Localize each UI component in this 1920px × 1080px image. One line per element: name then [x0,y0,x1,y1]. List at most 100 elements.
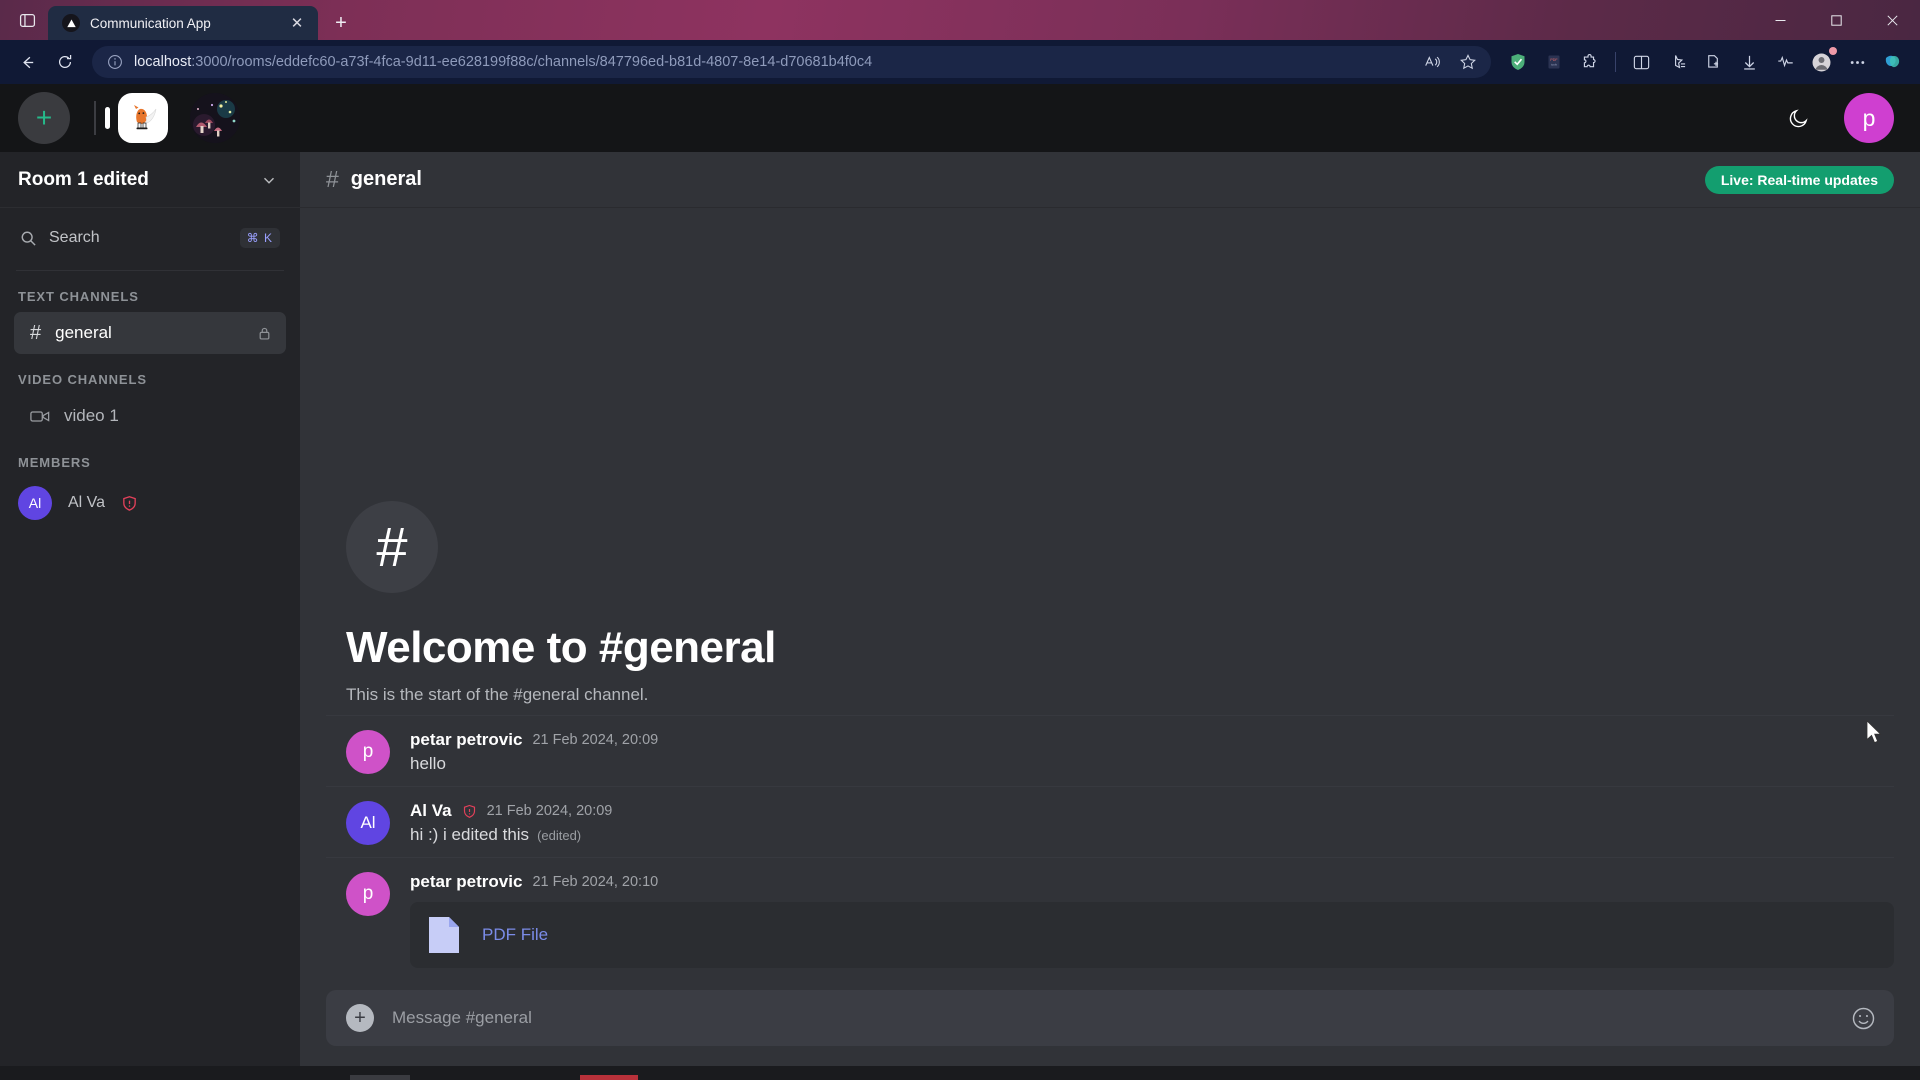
table-row[interactable]: Al Al Va 21 Feb 2024, 20:09 hi :) i edit… [326,786,1894,857]
taskbar-chip-b [350,1075,410,1080]
message-edited-label: (edited) [537,828,581,843]
browser-essentials-icon[interactable] [1696,45,1730,79]
chevron-down-icon[interactable] [260,171,278,189]
triangle-favicon [62,14,80,32]
browser-navbar: localhost:3000/rooms/eddefc60-a73f-4fca-… [0,40,1920,84]
server-list [118,93,240,143]
browser-tab[interactable]: Communication App ✕ [48,6,318,40]
admin-shield-icon [121,495,138,512]
site-info-icon[interactable] [104,51,126,73]
avatar: Al [346,801,390,845]
group-label-video-channels: VIDEO CHANNELS [0,354,300,395]
video-camera-icon [30,409,50,424]
server-item-mushroom[interactable] [190,93,240,143]
favorite-star-icon[interactable] [1451,45,1485,79]
room-title: Room 1 edited [18,169,260,191]
read-aloud-icon[interactable] [1415,45,1449,79]
hash-icon: # [346,501,438,593]
shield-adblock-icon[interactable] [1501,45,1535,79]
window-minimize-button[interactable] [1752,0,1808,40]
fox-server-avatar [118,93,168,143]
window-maximize-button[interactable] [1808,0,1864,40]
message-body: petar petrovic 21 Feb 2024, 20:10 [410,872,1894,968]
browser-toolbar-icons: PDFtools [1501,45,1910,79]
message-body: petar petrovic 21 Feb 2024, 20:09 hello [410,730,1894,774]
admin-shield-icon [462,804,477,819]
window-controls [1752,0,1920,40]
server-item-fox[interactable] [118,93,168,143]
avatar: p [346,872,390,916]
url-host: localhost [134,54,191,70]
profile-avatar-icon[interactable] [1804,45,1838,79]
more-options-icon[interactable] [1840,45,1874,79]
message-body: Al Va 21 Feb 2024, 20:09 hi :) i edited … [410,801,1894,845]
tab-actions-sidebar-icon[interactable] [6,0,48,40]
pdf-extension-icon[interactable]: PDFtools [1537,45,1571,79]
message-author: Al Va [410,801,452,821]
group-label-members: MEMBERS [0,437,300,478]
extensions-puzzle-icon[interactable] [1573,45,1607,79]
lock-icon[interactable] [257,326,272,341]
new-tab-button[interactable]: + [324,6,358,40]
message-header: petar petrovic 21 Feb 2024, 20:09 [410,730,1894,750]
add-server-button[interactable]: + [18,92,70,144]
window-close-button[interactable] [1864,0,1920,40]
downloads-icon[interactable] [1732,45,1766,79]
hash-icon: # [326,166,339,193]
taskbar-strip [0,1066,1920,1080]
message-timestamp: 21 Feb 2024, 20:09 [532,732,658,748]
browser-tabstrip: Communication App ✕ + [0,0,1920,40]
current-user-avatar[interactable]: p [1844,93,1894,143]
taskbar-chip-d [580,1075,638,1080]
app-body: Room 1 edited Search ⌘ K TEXT CHANNELS # [0,152,1920,1066]
sidebar-item-video-1[interactable]: video 1 [14,395,286,437]
active-server-indicator [105,107,110,129]
moon-icon[interactable] [1784,103,1814,133]
message-attachment[interactable]: PDF File [410,902,1894,968]
sidebar: Room 1 edited Search ⌘ K TEXT CHANNELS # [0,152,300,1066]
sidebar-item-label: general [55,323,243,343]
performance-icon[interactable] [1768,45,1802,79]
message-timestamp: 21 Feb 2024, 20:09 [487,803,613,819]
search-icon [20,230,37,247]
sidebar-item-general[interactable]: # general [14,312,286,354]
channel-welcome: # Welcome to #general This is the start … [326,501,1894,715]
emoji-smiley-icon[interactable] [1851,1006,1876,1031]
member-name: Al Va [68,494,105,512]
attachment-filename[interactable]: PDF File [482,925,548,945]
message-author: petar petrovic [410,730,522,750]
room-header[interactable]: Room 1 edited [0,152,300,208]
app-topbar: + [0,84,1920,152]
back-icon[interactable] [10,45,44,79]
reload-icon[interactable] [48,45,82,79]
copilot-icon[interactable] [1876,45,1910,79]
taskbar-chip-a [0,1075,350,1080]
member-item-al-va[interactable]: Al Al Va [0,480,300,526]
message-text: hello [410,754,1894,774]
tab-title: Communication App [90,16,276,31]
message-author: petar petrovic [410,872,522,892]
hash-icon: # [30,323,41,343]
address-bar[interactable]: localhost:3000/rooms/eddefc60-a73f-4fca-… [92,46,1491,78]
message-timestamp: 21 Feb 2024, 20:10 [532,874,658,890]
table-row[interactable]: p petar petrovic 21 Feb 2024, 20:09 hell… [326,715,1894,786]
composer-area: + [300,980,1920,1066]
message-input[interactable] [392,1008,1833,1028]
message-composer[interactable]: + [326,990,1894,1046]
search-bar[interactable]: Search ⌘ K [14,218,286,258]
avatar: Al [18,486,52,520]
main-content: # general Live: Real-time updates # Welc… [300,152,1920,1066]
page-title: general [351,168,422,191]
attach-plus-button[interactable]: + [346,1004,374,1032]
tab-close-icon[interactable]: ✕ [286,12,308,34]
message-header: Al Va 21 Feb 2024, 20:09 [410,801,1894,821]
topbar-right-actions: p [1784,93,1894,143]
message-text-content: hi :) i edited this [410,825,529,844]
url-path: :3000/rooms/eddefc60-a73f-4fca-9d11-ee62… [191,54,872,70]
search-shortcut-badge: ⌘ K [240,228,280,248]
table-row[interactable]: p petar petrovic 21 Feb 2024, 20:10 [326,857,1894,980]
collections-favorites-icon[interactable] [1660,45,1694,79]
split-screen-icon[interactable] [1624,45,1658,79]
welcome-subtitle: This is the start of the #general channe… [346,685,1894,705]
channel-header: # general Live: Real-time updates [300,152,1920,208]
